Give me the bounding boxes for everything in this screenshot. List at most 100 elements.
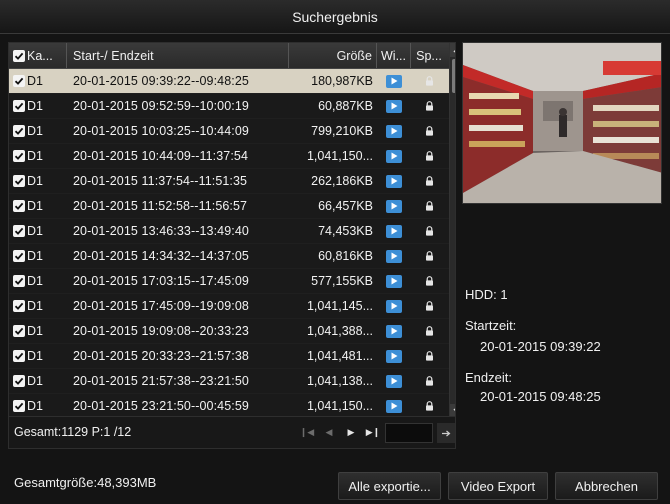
column-camera-label: Ka... xyxy=(27,48,53,63)
play-icon[interactable] xyxy=(386,274,402,288)
table-row[interactable]: D1 20-01-2015 09:39:22--09:48:25 180,987KB xyxy=(9,69,449,94)
row-checkbox[interactable] xyxy=(13,225,25,237)
next-page-icon[interactable]: ▶ xyxy=(343,425,359,439)
row-size: 1,041,481... xyxy=(306,349,373,363)
row-lock-cell xyxy=(411,276,447,286)
lock-icon[interactable] xyxy=(425,101,434,111)
table-row[interactable]: D1 20-01-2015 10:44:09--11:37:54 1,041,150… xyxy=(9,144,449,169)
play-icon[interactable] xyxy=(386,374,402,388)
pager: ❙◀ ◀ ▶ ▶❙ xyxy=(299,425,381,439)
row-checkbox[interactable] xyxy=(13,325,25,337)
play-icon[interactable] xyxy=(386,199,402,213)
row-time: 20-01-2015 17:45:09--19:09:08 xyxy=(73,299,249,313)
column-camera[interactable]: Ka... xyxy=(9,43,67,68)
row-camera: D1 xyxy=(27,349,43,363)
scroll-thumb[interactable] xyxy=(452,59,455,93)
row-checkbox[interactable] xyxy=(13,100,25,112)
lock-icon[interactable] xyxy=(425,76,434,86)
column-time[interactable]: Start-/ Endzeit xyxy=(67,43,289,68)
table-row[interactable]: D1 20-01-2015 17:03:15--17:45:09 577,155KB xyxy=(9,269,449,294)
row-checkbox[interactable] xyxy=(13,275,25,287)
play-icon[interactable] xyxy=(386,224,402,238)
row-checkbox[interactable] xyxy=(13,300,25,312)
row-checkbox[interactable] xyxy=(13,250,25,262)
row-lock-cell xyxy=(411,326,447,336)
first-page-icon[interactable]: ❙◀ xyxy=(299,425,315,439)
play-icon[interactable] xyxy=(386,174,402,188)
row-checkbox[interactable] xyxy=(13,200,25,212)
row-time: 20-01-2015 10:03:25--10:44:09 xyxy=(73,124,249,138)
row-camera: D1 xyxy=(27,124,43,138)
row-lock-cell xyxy=(411,101,447,111)
recording-list: Ka... Start-/ Endzeit Größe Wi... Sp... D1 20-… xyxy=(8,42,456,417)
row-play-cell xyxy=(377,324,411,338)
column-size[interactable]: Größe xyxy=(289,43,377,68)
row-lock-cell xyxy=(411,226,447,236)
lock-icon[interactable] xyxy=(425,351,434,361)
lock-icon[interactable] xyxy=(425,326,434,336)
row-play-cell xyxy=(377,224,411,238)
table-row[interactable]: D1 20-01-2015 14:34:32--14:37:05 60,816KB xyxy=(9,244,449,269)
lock-icon[interactable] xyxy=(425,376,434,386)
table-row[interactable]: D1 20-01-2015 11:37:54--11:51:35 262,186KB xyxy=(9,169,449,194)
lock-icon[interactable] xyxy=(425,401,434,411)
page-number-input[interactable] xyxy=(385,423,433,443)
row-time: 20-01-2015 21:57:38--23:21:50 xyxy=(73,374,249,388)
table-row[interactable]: D1 20-01-2015 17:45:09--19:09:08 1,041,145… xyxy=(9,294,449,319)
video-export-button[interactable]: Video Export xyxy=(448,472,548,500)
row-checkbox[interactable] xyxy=(13,75,25,87)
row-lock-cell xyxy=(411,376,447,386)
table-row[interactable]: D1 20-01-2015 11:52:58--11:56:57 66,457KB xyxy=(9,194,449,219)
last-page-icon[interactable]: ▶❙ xyxy=(365,425,381,439)
lock-icon[interactable] xyxy=(425,251,434,261)
row-checkbox[interactable] xyxy=(13,350,25,362)
row-size: 1,041,145... xyxy=(306,299,373,313)
row-camera-cell: D1 xyxy=(9,124,67,138)
play-icon[interactable] xyxy=(386,74,402,88)
row-time: 20-01-2015 09:52:59--10:00:19 xyxy=(73,99,249,113)
cancel-button[interactable]: Abbrechen xyxy=(555,472,658,500)
table-row[interactable]: D1 20-01-2015 19:09:08--20:33:23 1,041,388… xyxy=(9,319,449,344)
table-row[interactable]: D1 20-01-2015 09:52:59--10:00:19 60,887KB xyxy=(9,94,449,119)
lock-icon[interactable] xyxy=(425,226,434,236)
lock-icon[interactable] xyxy=(425,151,434,161)
play-icon[interactable] xyxy=(386,399,402,413)
play-icon[interactable] xyxy=(386,324,402,338)
row-checkbox[interactable] xyxy=(13,175,25,187)
go-to-page-button[interactable] xyxy=(437,423,455,443)
column-lock[interactable]: Sp... xyxy=(411,49,447,63)
lock-icon[interactable] xyxy=(425,201,434,211)
export-all-button[interactable]: Alle exportie... xyxy=(338,472,441,500)
row-checkbox[interactable] xyxy=(13,125,25,137)
lock-icon[interactable] xyxy=(425,176,434,186)
table-row[interactable]: D1 20-01-2015 21:57:38--23:21:50 1,041,138… xyxy=(9,369,449,394)
lock-icon[interactable] xyxy=(425,301,434,311)
row-checkbox[interactable] xyxy=(13,375,25,387)
row-checkbox[interactable] xyxy=(13,150,25,162)
table-row[interactable]: D1 20-01-2015 23:21:50--00:45:59 1,041,150… xyxy=(9,394,449,416)
lock-icon[interactable] xyxy=(425,276,434,286)
row-checkbox[interactable] xyxy=(13,400,25,412)
play-icon[interactable] xyxy=(386,349,402,363)
row-play-cell xyxy=(377,299,411,313)
lock-icon[interactable] xyxy=(425,126,434,136)
table-row[interactable]: D1 20-01-2015 13:46:33--13:49:40 74,453KB xyxy=(9,219,449,244)
prev-page-icon[interactable]: ◀ xyxy=(321,425,337,439)
column-play[interactable]: Wi... xyxy=(377,43,411,68)
row-camera-cell: D1 xyxy=(9,149,67,163)
scroll-down-button[interactable] xyxy=(450,404,455,416)
play-icon[interactable] xyxy=(386,249,402,263)
row-size: 1,041,150... xyxy=(306,149,373,163)
play-icon[interactable] xyxy=(386,99,402,113)
dialog-title: Suchergebnis xyxy=(0,0,670,34)
table-row[interactable]: D1 20-01-2015 10:03:25--10:44:09 799,210KB xyxy=(9,119,449,144)
row-play-cell xyxy=(377,174,411,188)
table-row[interactable]: D1 20-01-2015 20:33:23--21:57:38 1,041,481… xyxy=(9,344,449,369)
play-icon[interactable] xyxy=(386,149,402,163)
scroll-up-button[interactable] xyxy=(450,43,455,57)
end-time-label: Endzeit: xyxy=(465,370,512,385)
select-all-checkbox[interactable] xyxy=(13,49,25,62)
list-scrollbar[interactable] xyxy=(449,43,455,416)
play-icon[interactable] xyxy=(386,124,402,138)
play-icon[interactable] xyxy=(386,299,402,313)
